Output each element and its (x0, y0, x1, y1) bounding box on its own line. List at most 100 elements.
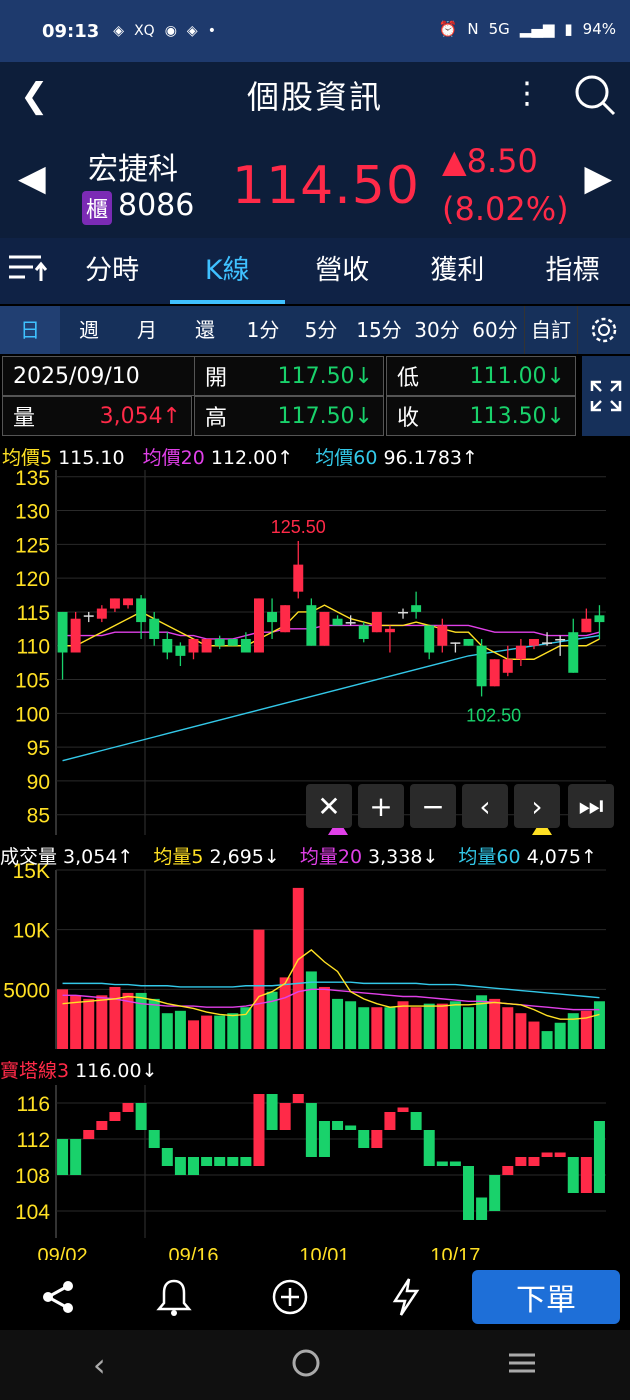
tower-value: 116.00↓ (75, 1060, 158, 1082)
candle-body (267, 611, 278, 623)
period-restore[interactable]: 還 (176, 306, 234, 354)
volume-bar (371, 1007, 383, 1049)
volume-bar (397, 1001, 409, 1049)
x-tick-label: 10/01 (299, 1245, 349, 1260)
tower-bar (541, 1152, 553, 1157)
settings-gear-icon[interactable] (577, 306, 630, 354)
scroll-end-button[interactable]: ⏭ (568, 784, 614, 828)
zoom-in-button[interactable]: + (358, 784, 404, 828)
v5-value: 2,695↓ (209, 846, 280, 868)
volume-bar (96, 995, 108, 1049)
close-label: 收 (397, 406, 420, 431)
sort-menu-icon[interactable] (0, 253, 55, 290)
volume-value: 3,054↑ (99, 403, 181, 429)
add-circle-icon[interactable] (232, 1278, 348, 1316)
volume-bar (279, 977, 291, 1049)
period-15min[interactable]: 15分 (350, 306, 408, 354)
candle-body (83, 615, 94, 617)
price-tick-label: 125 (15, 534, 50, 557)
tower-bar (318, 1121, 330, 1157)
candle-body (424, 625, 435, 653)
price-change: ▲8.50 (442, 142, 538, 180)
candle-body (332, 618, 343, 626)
next-stock-icon[interactable]: ▶ (584, 158, 612, 199)
candle-body (306, 605, 317, 646)
low-value: 111.00↓ (469, 363, 565, 389)
ohlc-close: 收 113.50↓ (386, 396, 576, 436)
period-60min[interactable]: 60分 (466, 306, 524, 354)
tower-bar (384, 1112, 396, 1130)
tower-bar (70, 1139, 82, 1175)
status-right: ⏰ N 5G ▂▄▆ ▮ 94% (439, 20, 616, 38)
candle-body (594, 615, 605, 623)
tower-bar (489, 1175, 501, 1211)
x-tick-label: 10/17 (430, 1245, 480, 1260)
back-icon[interactable]: ❮ (20, 76, 49, 116)
candle-body (502, 659, 513, 673)
volume-bar (345, 1001, 357, 1049)
search-icon[interactable] (572, 72, 618, 122)
candle-body (345, 622, 356, 624)
volume-bar (528, 1021, 540, 1049)
period-month[interactable]: 月 (118, 306, 176, 354)
period-5min[interactable]: 5分 (292, 306, 350, 354)
nfc-icon: N (467, 20, 479, 38)
scroll-left-button[interactable]: ‹ (462, 784, 508, 828)
nav-home-icon[interactable] (291, 1348, 321, 1382)
volume-bar (201, 1015, 213, 1049)
share-icon[interactable] (0, 1279, 116, 1315)
candle-body (358, 625, 369, 639)
prev-stock-icon[interactable]: ◀ (18, 158, 46, 199)
price-tick-label: 105 (15, 670, 50, 693)
battery-icon: ▮ (564, 20, 573, 38)
tower-bar (436, 1161, 448, 1166)
tab-revenue[interactable]: 營收 (285, 238, 400, 304)
volume-bar (161, 1013, 173, 1049)
scroll-right-button[interactable]: › (514, 784, 560, 828)
volume-bar (214, 1015, 226, 1049)
more-vertical-icon[interactable]: ⋮ (512, 76, 542, 111)
zoom-out-button[interactable]: − (410, 784, 456, 828)
signal-icon: ▂▄▆ (519, 20, 555, 38)
ohlc-open: 開 117.50↓ (194, 356, 384, 396)
nav-back-icon[interactable]: ‹ (93, 1346, 106, 1384)
candle-body (581, 618, 592, 633)
tower-label: 寶塔線3 (0, 1060, 70, 1082)
nav-recents-icon[interactable] (507, 1351, 537, 1379)
volume-bar (449, 1001, 461, 1049)
price-change-pct: (8.02%) (442, 190, 569, 228)
tab-profit[interactable]: 獲利 (400, 238, 515, 304)
period-week[interactable]: 週 (60, 306, 118, 354)
bell-icon[interactable] (116, 1277, 232, 1317)
period-day[interactable]: 日 (0, 306, 60, 354)
close-x-button[interactable]: ✕ (306, 784, 352, 828)
tower-bar (253, 1094, 265, 1166)
tower-bar (305, 1103, 317, 1157)
order-button[interactable]: 下單 (472, 1270, 620, 1324)
tab-intraday[interactable]: 分時 (55, 238, 170, 304)
candle-body (293, 564, 304, 592)
volume-bar (188, 1020, 199, 1049)
tab-indicator[interactable]: 指標 (515, 238, 630, 304)
candle-body (96, 608, 107, 619)
tab-kline[interactable]: K線 (169, 238, 285, 304)
candle-body (437, 625, 448, 646)
price-tick-label: 135 (15, 467, 50, 490)
dot-icon: • (207, 23, 216, 39)
candle-body (529, 638, 539, 646)
volume-bar (227, 1013, 239, 1049)
period-30min[interactable]: 30分 (408, 306, 466, 354)
tower-bar (227, 1157, 239, 1166)
volume-bar (135, 992, 147, 1049)
lightning-icon[interactable] (348, 1277, 464, 1317)
fullscreen-expand-icon[interactable] (582, 356, 630, 436)
tower-bar (240, 1157, 252, 1166)
tower-bar (266, 1094, 278, 1130)
period-custom[interactable]: 自訂 (524, 306, 577, 354)
market-badge: 櫃 (82, 191, 113, 225)
period-1min[interactable]: 1分 (234, 306, 292, 354)
v60-value: 4,075↑ (526, 846, 597, 868)
line-icon: ◉ (164, 23, 177, 39)
tower-bar (57, 1139, 69, 1175)
candle-body (371, 611, 382, 633)
